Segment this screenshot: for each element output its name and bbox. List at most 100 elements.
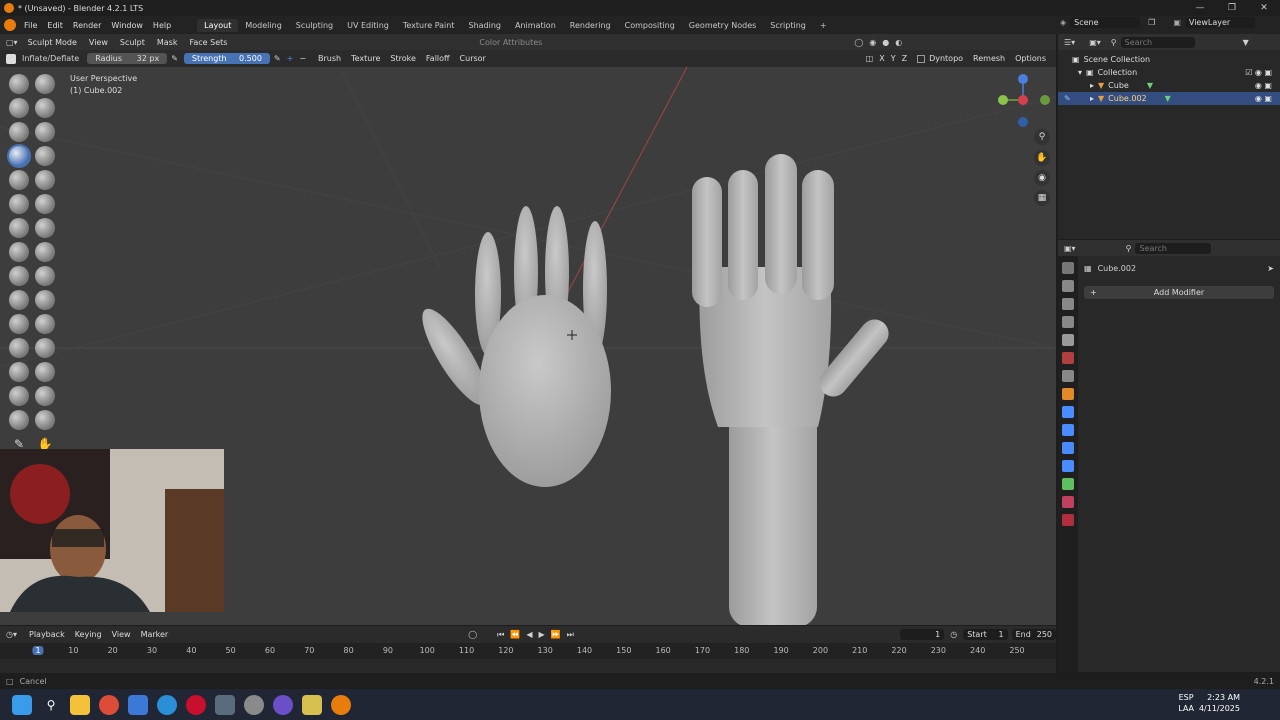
settings-icon[interactable] (244, 694, 264, 715)
add-workspace-icon[interactable]: + (813, 19, 834, 32)
ortho-grid-icon[interactable]: ▦ (1034, 190, 1050, 206)
opera-icon[interactable] (186, 694, 206, 715)
multiplane-scrape-brush-icon[interactable] (35, 218, 55, 238)
menu-window[interactable]: Window (111, 21, 143, 30)
marker-menu[interactable]: Marker (141, 630, 169, 639)
color-attributes-dropdown[interactable]: Color Attributes (479, 38, 542, 47)
draw-brush-icon[interactable] (9, 74, 29, 94)
mirror-z[interactable]: Z (902, 54, 907, 63)
outliner-editor-icon[interactable]: ☰▾ (1064, 38, 1075, 47)
tree-item-scene-collection[interactable]: ▣ Scene Collection (1058, 53, 1280, 66)
end-frame-field[interactable]: End 250 (1011, 629, 1057, 640)
mirror-y[interactable]: Y (891, 54, 896, 63)
restore-icon[interactable]: ❐ (1216, 0, 1248, 16)
close-icon[interactable]: ✕ (1248, 0, 1280, 16)
display-mode-icon[interactable]: ▣▾ (1089, 38, 1101, 47)
falloff-menu[interactable]: Falloff (426, 54, 450, 63)
fill-brush-icon[interactable] (35, 194, 55, 214)
smooth-brush-icon[interactable] (35, 170, 55, 190)
rotate-brush-icon[interactable] (35, 314, 55, 334)
add-modifier-button[interactable]: + Add Modifier (1084, 286, 1274, 299)
navigation-gizmo[interactable] (992, 71, 1052, 131)
clay-thumb-brush-icon[interactable] (35, 122, 55, 142)
expand-icon[interactable]: ▾ (1078, 68, 1082, 77)
cube-002-visibility-icons[interactable]: ◉ ▣ (1255, 94, 1272, 103)
cursor-menu[interactable]: Cursor (460, 54, 486, 63)
edge-icon[interactable] (157, 694, 177, 715)
current-frame-field[interactable]: 1 (899, 629, 945, 640)
pinch-brush-icon[interactable] (9, 242, 29, 262)
menu-view[interactable]: View (89, 38, 108, 47)
tab-shading[interactable]: Shading (461, 19, 508, 32)
expand-icon[interactable]: ▸ (1090, 94, 1094, 103)
inflate-brush-icon[interactable] (9, 146, 29, 166)
tab-compositing[interactable]: Compositing (618, 19, 682, 32)
flatten-brush-icon[interactable] (9, 194, 29, 214)
mode-selector[interactable]: Sculpt Mode (28, 38, 77, 47)
tab-sculpting[interactable]: Sculpting (289, 19, 340, 32)
tool-tab-icon[interactable] (1062, 262, 1074, 274)
nudge-brush-icon[interactable] (9, 314, 29, 334)
data-tab-icon[interactable] (1062, 478, 1074, 490)
pin-icon[interactable]: ➤ (1267, 264, 1274, 273)
tab-scripting[interactable]: Scripting (763, 19, 813, 32)
mirror-x[interactable]: X (879, 54, 884, 63)
obs-icon[interactable] (273, 694, 293, 715)
subtract-icon[interactable]: − (299, 54, 306, 63)
tab-rendering[interactable]: Rendering (563, 19, 618, 32)
tree-item-collection[interactable]: ▾ ▣ Collection ☑ ◉ ▣ (1058, 66, 1280, 79)
pan-hand-icon[interactable]: ✋ (1034, 150, 1050, 166)
draw-face-sets-brush-icon[interactable] (35, 386, 55, 406)
elastic-deform-brush-icon[interactable] (9, 266, 29, 286)
collection-visibility-icons[interactable]: ☑ ◉ ▣ (1245, 68, 1272, 77)
view-layer-tab-icon[interactable] (1062, 316, 1074, 328)
slide-relax-brush-icon[interactable] (9, 338, 29, 358)
stroke-menu[interactable]: Stroke (390, 54, 416, 63)
tree-item-cube-002[interactable]: ✎ ▸ ▼ Cube.002 ▼ ◉ ▣ (1058, 92, 1280, 105)
blender-taskbar-icon[interactable] (331, 694, 351, 715)
expand-icon[interactable]: ▸ (1090, 81, 1094, 90)
box-mask-icon[interactable] (9, 410, 29, 430)
crease-brush-icon[interactable] (9, 170, 29, 190)
properties-editor-icon[interactable]: ▣▾ (1064, 244, 1076, 253)
tab-animation[interactable]: Animation (508, 19, 563, 32)
scene-field[interactable]: Scene (1070, 17, 1141, 28)
draw-sharp-brush-icon[interactable] (35, 74, 55, 94)
constraints-tab-icon[interactable] (1062, 460, 1074, 472)
box-hide-icon[interactable] (35, 410, 55, 430)
brush-name[interactable]: Inflate/Deflate (22, 54, 79, 63)
collection-tab-icon[interactable] (1062, 370, 1074, 382)
world-tab-icon[interactable] (1062, 352, 1074, 364)
timeline-ruler[interactable]: 1 10 20 30 40 50 60 70 80 90 100 110 120 130 140 150 160… (0, 643, 1056, 659)
options-menu[interactable]: Options (1015, 54, 1046, 63)
pen-pressure-icon[interactable]: ✎ (171, 54, 178, 63)
menu-help[interactable]: Help (153, 21, 171, 30)
dyntopo-checkbox-icon[interactable] (917, 54, 926, 63)
modifier-tab-icon[interactable] (1062, 406, 1074, 418)
object-tab-icon[interactable] (1062, 388, 1074, 400)
properties-search-input[interactable]: Search (1135, 242, 1212, 254)
menu-mask[interactable]: Mask (157, 38, 178, 47)
blob-brush-icon[interactable] (35, 146, 55, 166)
remesh-menu[interactable]: Remesh (973, 54, 1005, 63)
texture-tab-icon[interactable] (1062, 514, 1074, 526)
filter-icon[interactable]: ▼ (1243, 38, 1249, 47)
zoom-icon[interactable]: ⚲ (1034, 129, 1050, 145)
tab-uv-editing[interactable]: UV Editing (340, 19, 396, 32)
tab-modeling[interactable]: Modeling (238, 19, 288, 32)
scrape-brush-icon[interactable] (9, 218, 29, 238)
sculpt-object-hand-right[interactable] (692, 154, 894, 625)
start-frame-field[interactable]: Start 1 (963, 629, 1008, 640)
menu-file[interactable]: File (24, 21, 37, 30)
add-icon[interactable]: + (287, 54, 294, 63)
strength-field[interactable]: Strength 0.500 (183, 53, 270, 64)
playback-controls[interactable]: ⏮⏪◀▶⏩⏭ (497, 630, 580, 640)
particles-tab-icon[interactable] (1062, 424, 1074, 436)
scene-tab-icon[interactable] (1062, 334, 1074, 346)
minimize-icon[interactable]: — (1184, 0, 1216, 16)
tab-texture-paint[interactable]: Texture Paint (396, 19, 462, 32)
boundary-brush-icon[interactable] (35, 338, 55, 358)
mask-brush-icon[interactable] (9, 386, 29, 406)
texture-menu[interactable]: Texture (351, 54, 380, 63)
tree-item-cube[interactable]: ▸ ▼ Cube ▼ ◉ ▣ (1058, 79, 1280, 92)
